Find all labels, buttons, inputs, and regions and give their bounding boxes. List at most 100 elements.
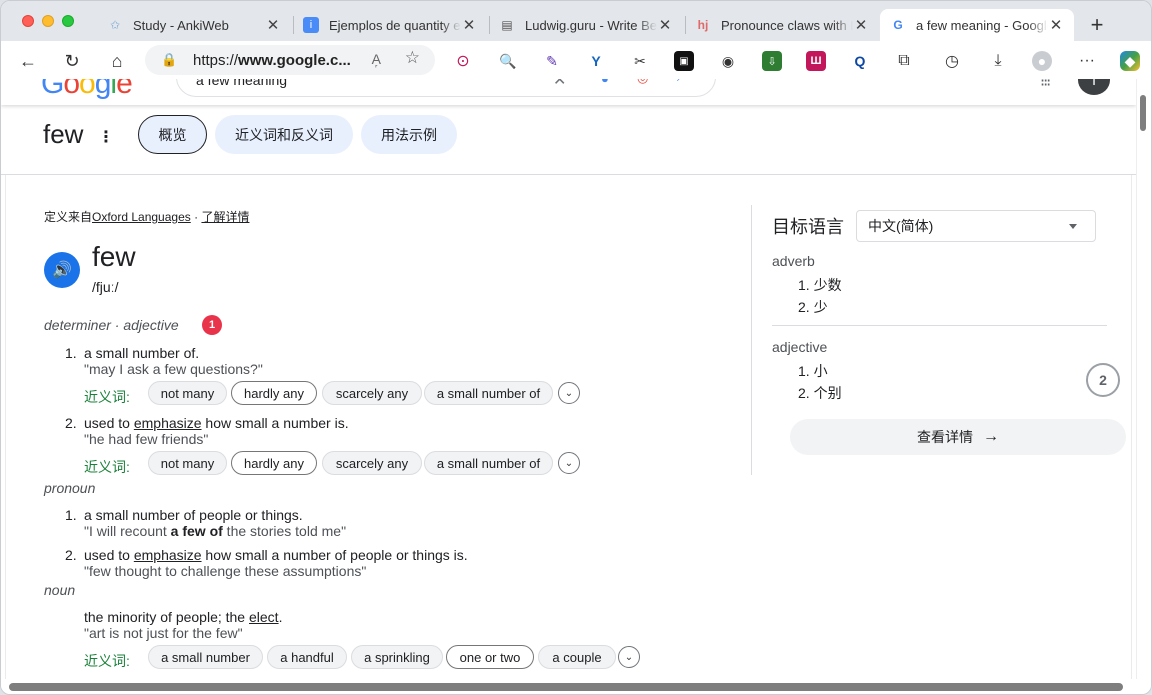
example: "few thought to challenge these assumpti… <box>84 563 367 579</box>
synonym-chip[interactable]: a small number <box>148 645 263 669</box>
scissors-extension-icon[interactable]: ✂ <box>630 51 650 71</box>
synonym-chip[interactable]: hardly any <box>231 451 317 475</box>
info-icon: i <box>303 17 319 33</box>
pen-extension-icon[interactable]: ✎ <box>542 51 562 71</box>
synonym-chip[interactable]: a handful <box>267 645 347 669</box>
word-header: few ⋮ 概览 近义词和反义词 用法示例 <box>1 105 1136 175</box>
search-box[interactable]: a few meaning ✕ ● ◎ ⌕ <box>176 79 716 97</box>
tab-ludwig[interactable]: ▤ Ludwig.guru - Write Better English ✕ <box>489 9 683 41</box>
youtube-extension-icon[interactable]: ⊙ <box>453 51 473 71</box>
synonyms-label: 近义词: <box>84 653 130 669</box>
downloads-icon[interactable]: ⤓ <box>988 51 1008 71</box>
example: "art is not just for the few" <box>84 625 243 641</box>
definition: a small number of people or things. <box>84 507 303 523</box>
close-icon[interactable]: ✕ <box>853 16 869 34</box>
sense-number: 2. <box>65 547 77 563</box>
tab-synonyms-antonyms[interactable]: 近义词和反义词 <box>215 115 353 154</box>
tab-strip: ✩ Study - AnkiWeb ✕ i Ejemplos de quanti… <box>1 1 1151 41</box>
sense-number: 1. <box>65 345 77 361</box>
clear-search-icon[interactable]: ✕ <box>553 79 566 90</box>
horizontal-scrollbar-thumb[interactable] <box>9 683 1123 691</box>
phonetic: /fjuː/ <box>92 279 119 295</box>
target-language-select[interactable]: 中文(简体) <box>856 210 1096 242</box>
ludwig-icon: ▤ <box>501 18 513 32</box>
reload-button[interactable]: ↻ <box>59 48 85 74</box>
part-of-speech-noun: noun <box>44 582 76 598</box>
search-input[interactable]: a few meaning <box>196 79 287 88</box>
maximize-window-button[interactable] <box>62 15 74 27</box>
translation-item: 2. 个别 <box>798 385 842 401</box>
close-icon[interactable]: ✕ <box>1048 16 1064 34</box>
tab-ejemplos[interactable]: i Ejemplos de quantity en inglés ✕ <box>293 9 487 41</box>
tab-google-search[interactable]: G a few meaning - Google Search ✕ <box>880 9 1074 41</box>
view-details-button[interactable]: 查看详情 → <box>790 419 1126 455</box>
close-icon[interactable]: ✕ <box>461 16 477 34</box>
download-extension-icon[interactable]: ⇩ <box>762 51 782 71</box>
example: "he had few friends" <box>84 431 209 447</box>
expand-synonyms-chevron-icon[interactable]: ⌄ <box>558 382 580 404</box>
definition: used to emphasize how small a number of … <box>84 547 468 563</box>
new-tab-button[interactable]: + <box>1084 12 1110 38</box>
y-extension-icon[interactable]: Y <box>586 51 606 71</box>
lens-search-icon[interactable]: ◎ <box>637 79 648 86</box>
expand-synonyms-chevron-icon[interactable]: ⌄ <box>558 452 580 474</box>
synonym-chip[interactable]: hardly any <box>231 381 317 405</box>
horizontal-scrollbar[interactable] <box>1 679 1151 694</box>
synonym-chip[interactable]: a small number of <box>424 381 553 405</box>
minimize-window-button[interactable] <box>42 15 54 27</box>
synonym-chip[interactable]: a small number of <box>424 451 553 475</box>
emphasize-link[interactable]: emphasize <box>134 415 202 431</box>
synonym-chip[interactable]: a couple <box>538 645 616 669</box>
oxford-languages-link[interactable]: Oxford Languages <box>92 210 191 224</box>
favorite-star-icon[interactable]: ☆ <box>405 48 420 68</box>
synonym-chip[interactable]: not many <box>148 381 227 405</box>
history-icon[interactable]: ◷ <box>942 51 962 71</box>
pronunciation-speaker-icon[interactable]: 🔊 <box>44 252 80 288</box>
back-button[interactable]: ← <box>15 48 41 74</box>
definition-source: 定义来自Oxford Languages · 了解详情 <box>44 210 250 224</box>
more-menu-icon[interactable]: ··· <box>1077 51 1097 71</box>
translation-divider <box>772 325 1107 326</box>
bookmark-extension-icon[interactable]: Ш <box>806 51 826 71</box>
google-apps-icon[interactable]: ⁝⁝⁝ <box>1040 79 1051 91</box>
tab-ankiweb[interactable]: ✩ Study - AnkiWeb ✕ <box>97 9 291 41</box>
address-bar[interactable]: 🔒 https://www.google.c... A᷊ ☆ <box>145 45 435 75</box>
search-extension-icon[interactable]: Q <box>850 51 870 71</box>
expand-synonyms-chevron-icon[interactable]: ⌄ <box>618 646 640 668</box>
word-more-options-icon[interactable]: ⋮ <box>98 127 114 147</box>
record-extension-icon[interactable]: ◉ <box>718 51 738 71</box>
profile-avatar-icon[interactable]: ● <box>1032 51 1052 71</box>
read-aloud-icon[interactable]: A᷊ <box>372 51 381 67</box>
google-g-icon: G <box>893 18 903 32</box>
emphasize-link[interactable]: emphasize <box>134 547 202 563</box>
vertical-scrollbar-thumb[interactable] <box>1140 95 1146 131</box>
howjsay-icon: hj <box>697 18 709 32</box>
voice-search-icon[interactable]: ● <box>601 79 609 86</box>
synonym-chip[interactable]: scarcely any <box>322 451 422 475</box>
home-button[interactable]: ⌂ <box>104 48 130 74</box>
headword: few <box>92 241 136 272</box>
vertical-scrollbar[interactable] <box>1136 79 1151 679</box>
copilot-icon[interactable]: ◆ <box>1120 51 1140 71</box>
close-icon[interactable]: ✕ <box>265 16 281 34</box>
definition: the minority of people; the elect. <box>84 609 283 625</box>
elect-link[interactable]: elect <box>249 609 279 625</box>
search-lens-extension-icon[interactable]: 🔍 <box>498 51 518 71</box>
google-logo[interactable]: Google <box>41 79 133 101</box>
tab-usage-examples[interactable]: 用法示例 <box>361 115 457 154</box>
browser-toolbar: ← ↻ ⌂ 🔒 https://www.google.c... A᷊ ☆ ⊙ 🔍… <box>1 41 1151 114</box>
close-icon[interactable]: ✕ <box>657 16 673 34</box>
tab-howjsay[interactable]: hj Pronounce claws with How ✕ <box>685 9 879 41</box>
synonym-chip[interactable]: scarcely any <box>322 381 422 405</box>
search-icon[interactable]: ⌕ <box>677 79 686 86</box>
synonym-chip[interactable]: one or two <box>446 645 534 669</box>
notification-extension-icon[interactable]: ▣ <box>674 51 694 71</box>
extensions-puzzle-icon[interactable]: ⧉ <box>894 51 914 71</box>
account-avatar[interactable]: T <box>1078 79 1110 95</box>
synonym-chip[interactable]: a sprinkling <box>351 645 443 669</box>
tab-overview[interactable]: 概览 <box>138 115 207 154</box>
synonym-chip[interactable]: not many <box>148 451 227 475</box>
translation-item: 1. 少数 <box>798 277 842 293</box>
learn-more-link[interactable]: 了解详情 <box>201 210 249 224</box>
close-window-button[interactable] <box>22 15 34 27</box>
